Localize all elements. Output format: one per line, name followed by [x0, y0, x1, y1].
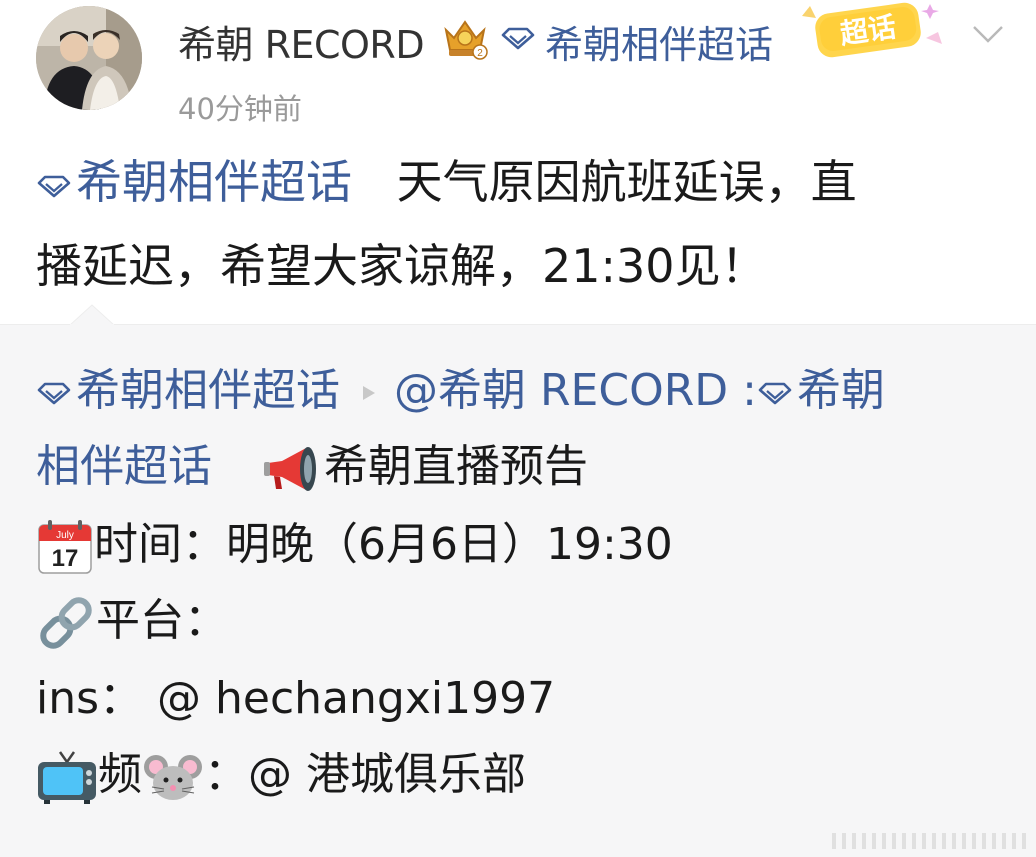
retweet-line-ins: ins： @ hechangxi1997 — [36, 673, 556, 724]
retweet-topic2-link[interactable]: 希朝 — [757, 365, 885, 416]
retweet-colon: : — [728, 365, 757, 416]
post-line-2: 播延迟，希望大家谅解，21:30见！ — [36, 239, 767, 293]
timestamp: 40分钟前 — [178, 92, 302, 126]
retweet-mention-link[interactable]: @希朝 RECORD — [394, 365, 728, 416]
diamond-topic-icon — [37, 175, 71, 197]
post-header: 希朝 RECORD 2 希朝相伴超话 超话 40分钟前 — [0, 0, 1036, 130]
svg-text:2: 2 — [477, 48, 483, 59]
header-topic-link[interactable]: 希朝相伴超话 — [545, 14, 773, 69]
link-icon — [40, 597, 92, 649]
retweet-line-time: July 17 时间：明晚（6月6日）19:30 — [36, 515, 673, 575]
retweet-time-text: 时间：明晚（6月6日）19:30 — [94, 519, 673, 570]
retweet-topic-label: 希朝相伴超话 — [76, 365, 340, 416]
chaohua-badge-icon[interactable]: 超话 — [792, 0, 952, 60]
retweet-platform-text: 平台： — [96, 595, 228, 646]
retweet-topic2-part1: 希朝 — [796, 365, 885, 416]
post-line-1: 希朝相伴超话 天气原因航班延误，直 — [36, 140, 1006, 224]
retweet-notch — [70, 304, 114, 326]
post-topic-link[interactable]: 希朝相伴超话 — [36, 155, 352, 209]
chevron-down-icon[interactable] — [968, 18, 1008, 48]
retweet-card[interactable]: 希朝相伴超话 @希朝 RECORD : 希朝 相伴超话 希朝直播预告 July 17… — [0, 324, 1036, 857]
megaphone-icon — [264, 447, 316, 491]
diamond-topic-icon — [501, 27, 535, 50]
username[interactable]: 希朝 RECORD — [178, 14, 425, 69]
tv-icon — [38, 751, 96, 804]
avatar[interactable] — [36, 6, 142, 110]
retweet-line-announce: 相伴超话 希朝直播预告 — [36, 437, 588, 497]
post-topic-label: 希朝相伴超话 — [76, 155, 352, 209]
retweet-line-topic: 希朝相伴超话 @希朝 RECORD : 希朝 — [36, 361, 885, 421]
crown-badge-icon: 2 — [444, 20, 488, 60]
retweet-video-prefix: 频 — [98, 749, 142, 800]
post-text: 希朝相伴超话 天气原因航班延误，直 播延迟，希望大家谅解，21:30见！ — [36, 140, 1006, 308]
post-text-line1: 天气原因航班延误，直 — [396, 155, 857, 209]
retweet-line-platform: 平台： — [36, 591, 228, 651]
diamond-topic-icon — [37, 382, 71, 405]
retweet-video-suffix: ：@ 港城俱乐部 — [204, 749, 526, 800]
calendar-day: 17 — [52, 545, 79, 572]
play-arrow-icon — [363, 386, 375, 400]
mouse-face-icon — [144, 755, 202, 800]
diamond-topic-icon — [758, 382, 792, 405]
scroll-hint — [832, 833, 1026, 849]
retweet-topic-link[interactable]: 希朝相伴超话 — [36, 365, 340, 416]
calendar-icon: July 17 — [38, 520, 92, 574]
retweet-topic2-part2[interactable]: 相伴超话 — [36, 441, 212, 492]
retweet-line-video: 频 ：@ 港城俱乐部 — [36, 745, 526, 805]
calendar-month: July — [56, 530, 74, 541]
retweet-announce-text: 希朝直播预告 — [324, 441, 588, 492]
